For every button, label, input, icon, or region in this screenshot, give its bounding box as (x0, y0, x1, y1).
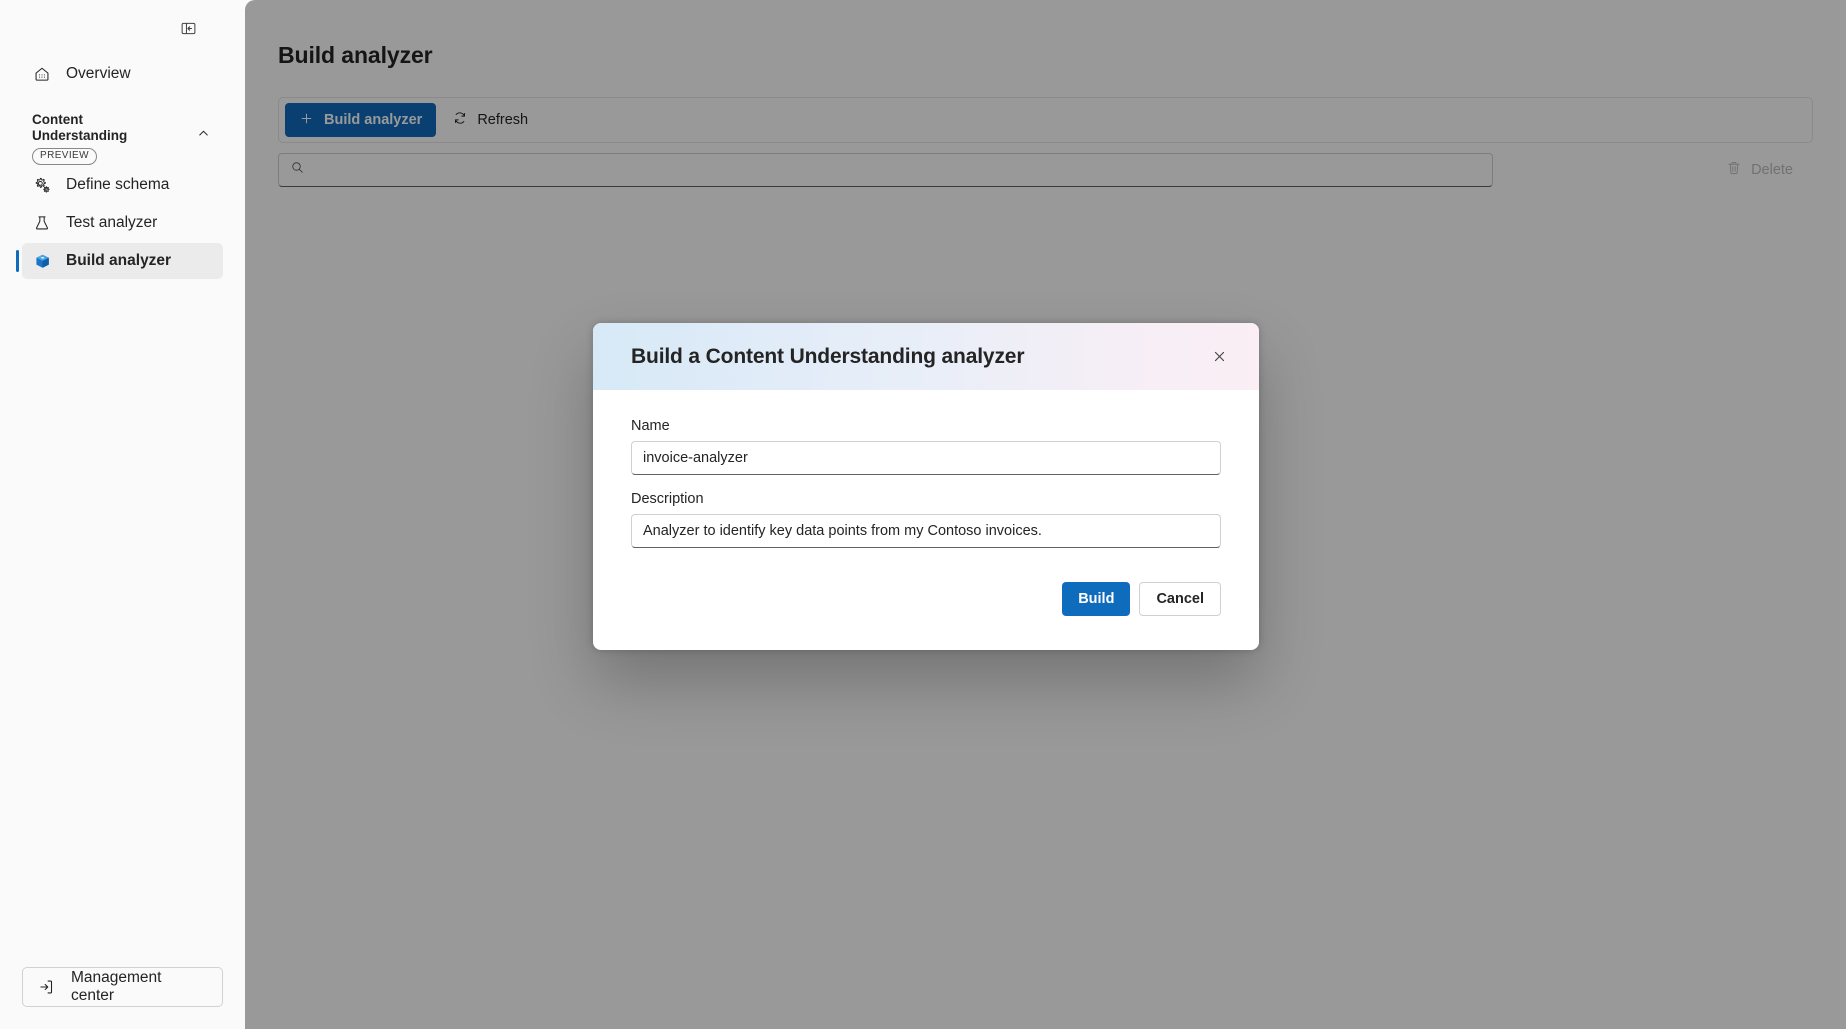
settings-gear-icon (32, 175, 52, 195)
sidebar-footer: Management center (22, 967, 223, 1007)
sidebar-item-label: Define schema (66, 176, 170, 193)
sidebar-item-label: Build analyzer (66, 252, 172, 269)
name-field-group: Name (631, 418, 1221, 475)
dialog-header: Build a Content Understanding analyzer (593, 323, 1259, 390)
home-icon (32, 64, 52, 84)
dialog-footer: Build Cancel (593, 564, 1259, 650)
sidebar-nav-list: Overview Content Understanding PREVIEW D… (0, 56, 245, 279)
name-input[interactable] (631, 441, 1221, 475)
sidebar-group-title: Content Understanding (32, 112, 128, 143)
sidebar: Overview Content Understanding PREVIEW D… (0, 0, 245, 1029)
preview-badge: PREVIEW (32, 148, 97, 165)
sidebar-item-overview[interactable]: Overview (22, 56, 223, 92)
name-field-label: Name (631, 418, 670, 434)
management-center-label: Management center (71, 969, 162, 1004)
beaker-icon (32, 213, 52, 233)
sidebar-item-define-schema[interactable]: Define schema (22, 167, 223, 203)
sign-in-arrow-icon (37, 977, 57, 997)
close-icon[interactable] (1203, 341, 1235, 373)
management-center-button[interactable]: Management center (22, 967, 223, 1007)
sidebar-item-label: Overview (66, 65, 131, 82)
description-input[interactable] (631, 514, 1221, 548)
cube-box-icon (32, 251, 52, 271)
dialog-body: Name Description (593, 390, 1259, 548)
sidebar-item-label: Test analyzer (66, 214, 158, 231)
app-root: Overview Content Understanding PREVIEW D… (0, 0, 1846, 1029)
sidebar-group-content-understanding[interactable]: Content Understanding PREVIEW (22, 104, 223, 167)
panel-collapse-icon[interactable] (173, 13, 203, 43)
description-field-group: Description (631, 491, 1221, 548)
chevron-up-icon[interactable] (196, 126, 211, 146)
sidebar-collapse-row (0, 0, 245, 56)
description-field-label: Description (631, 491, 704, 507)
dialog-title: Build a Content Understanding analyzer (631, 344, 1025, 368)
build-analyzer-dialog: Build a Content Understanding analyzer N… (593, 323, 1259, 650)
sidebar-item-build-analyzer[interactable]: Build analyzer (16, 243, 223, 279)
sidebar-item-test-analyzer[interactable]: Test analyzer (22, 205, 223, 241)
dialog-build-button[interactable]: Build (1062, 582, 1131, 616)
dialog-cancel-button[interactable]: Cancel (1139, 582, 1221, 616)
